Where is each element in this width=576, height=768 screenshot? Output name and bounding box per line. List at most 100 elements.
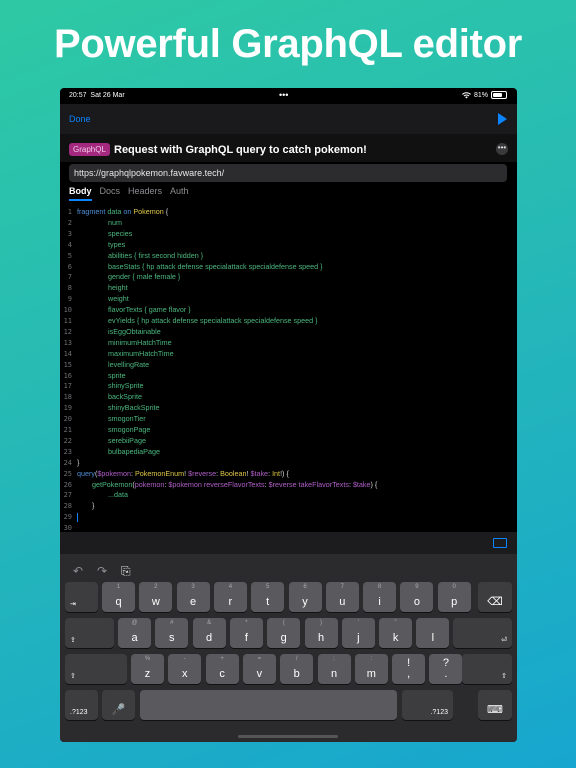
return-key[interactable]: ⏎	[453, 618, 512, 648]
code-line[interactable]: 23 bulbapediaPage	[60, 446, 160, 457]
code-line[interactable]: 16 sprite	[60, 370, 126, 381]
key-h[interactable]: ) h	[304, 618, 338, 648]
key-label: p	[451, 596, 458, 608]
code-text: bulbapediaPage	[77, 447, 160, 456]
code-line[interactable]: 27 ...data	[60, 489, 128, 500]
key-label: a	[131, 632, 138, 644]
key-r[interactable]: 4r	[213, 582, 247, 612]
play-icon[interactable]	[498, 113, 507, 125]
code-line[interactable]: 14 maximumHatchTime	[60, 348, 174, 359]
dismiss-keyboard-key[interactable]: ⌨	[478, 690, 512, 720]
redo-icon[interactable]: ↷	[97, 564, 107, 578]
request-title[interactable]: Request with GraphQL query to catch poke…	[114, 144, 367, 156]
space-bar[interactable]	[140, 690, 397, 720]
key-period[interactable]: ?.	[429, 654, 463, 684]
key-y[interactable]: 6y	[288, 582, 322, 612]
shift-key-right[interactable]: ⇧	[462, 654, 512, 684]
done-button[interactable]: Done	[69, 114, 91, 124]
key-label: y	[302, 596, 308, 608]
code-line[interactable]: 13 minimumHatchTime	[60, 337, 172, 348]
key-p[interactable]: 0p	[437, 582, 471, 612]
code-editor[interactable]: 1 fragment data on Pokemon {2 num 3 species 4…	[60, 204, 517, 532]
key-o[interactable]: 9o	[400, 582, 434, 612]
key-u[interactable]: 7u	[325, 582, 359, 612]
dictation-key[interactable]: 🎤	[102, 690, 135, 720]
shift-lock-key[interactable]: ⇪	[65, 618, 114, 648]
code-line[interactable]: 29	[60, 511, 78, 522]
tab-headers[interactable]: Headers	[128, 186, 162, 201]
key-d[interactable]: & d	[192, 618, 226, 648]
key-x[interactable]: -x	[168, 654, 202, 684]
key-v[interactable]: = v	[242, 654, 276, 684]
key-label: .?123	[430, 709, 448, 716]
key-q[interactable]: 1q	[102, 582, 135, 612]
code-line[interactable]: 8 height	[60, 282, 128, 293]
code-line[interactable]: 24}	[60, 457, 80, 468]
code-line[interactable]: 10 flavorTexts { game flavor }	[60, 304, 191, 315]
code-line[interactable]: 7 gender { male female }	[60, 271, 181, 282]
tab-body[interactable]: Body	[69, 186, 92, 201]
code-line[interactable]: 9 weight	[60, 293, 129, 304]
code-line[interactable]: 1 fragment data on Pokemon {	[60, 206, 168, 217]
key-k[interactable]: " k	[379, 618, 413, 648]
key-j[interactable]: ' j	[341, 618, 375, 648]
code-line[interactable]: 20 smogonTier	[60, 413, 146, 424]
url-field[interactable]: https://graphqlpokemon.favware.tech/	[69, 164, 507, 182]
code-line[interactable]: 6 baseStats { hp attack defense specialat…	[60, 261, 323, 272]
key-t[interactable]: 5t	[251, 582, 285, 612]
code-line[interactable]: 11 evYields { hp attack defense specialat…	[60, 315, 318, 326]
key-f[interactable]: * f	[229, 618, 263, 648]
code-line[interactable]: 18 backSprite	[60, 391, 142, 402]
code-line[interactable]: 5 abilities { first second hidden }	[60, 250, 203, 261]
key-s[interactable]: # s	[155, 618, 189, 648]
key-c[interactable]: + c	[205, 654, 239, 684]
keyboard-icon[interactable]	[493, 538, 507, 548]
key-g[interactable]: (g	[267, 618, 301, 648]
code-token: $reverse	[268, 479, 299, 489]
key-n[interactable]: ; n	[317, 654, 351, 684]
numbers-key-left[interactable]: .?123	[65, 690, 98, 720]
key-hint: 4	[228, 584, 233, 590]
key-a[interactable]: @ a	[118, 618, 151, 648]
key-i[interactable]: 8i	[363, 582, 397, 612]
tab-key[interactable]: ⇥	[65, 582, 98, 612]
code-line[interactable]: 26 getPokemon(pokemon: $pokemon reverseFl…	[60, 479, 378, 490]
paste-icon[interactable]: ⎘	[121, 564, 131, 579]
code-line[interactable]: 3 species	[60, 228, 133, 239]
key-e[interactable]: 3e	[176, 582, 210, 612]
tab-auth[interactable]: Auth	[170, 186, 189, 201]
key-l[interactable]: l	[416, 618, 450, 648]
code-line[interactable]: 12 isEggObtainable	[60, 326, 161, 337]
code-line[interactable]: 25 query($pokemon: PokemonEnum! $reverse:…	[60, 468, 289, 479]
multitasking-dots[interactable]: •••	[279, 90, 288, 100]
code-line[interactable]: 22 serebiiPage	[60, 435, 146, 446]
code-token: $take	[250, 468, 269, 478]
shift-key-left[interactable]: ⇧	[65, 654, 127, 684]
delete-key[interactable]: ⌫	[478, 582, 512, 612]
code-line[interactable]: 15 levellingRate	[60, 359, 150, 370]
code-line[interactable]: 17 shinySprite	[60, 380, 144, 391]
key-label: w	[151, 596, 160, 608]
status-time: 20:57 Sat 26 Mar	[69, 92, 125, 99]
code-token: flavorTexts { game flavor }	[108, 305, 191, 315]
key-comma[interactable]: !,	[392, 654, 426, 684]
key-w[interactable]: 2w	[139, 582, 173, 612]
tab-docs[interactable]: Docs	[100, 186, 121, 201]
code-line[interactable]: 21 smogonPage	[60, 424, 151, 435]
code-token: Pokemon	[133, 207, 164, 216]
code-token: takeFlavorTexts	[298, 479, 349, 489]
on-screen-keyboard: ↶ ↷ ⎘ ⇥ 1 q 2 w 3 e 4 r 5 t 6 y 7 u 8 i 9 o 0 p ⌫ ⇪ @ a # s & d * f(g)…	[60, 554, 517, 742]
more-options-icon[interactable]: •••	[496, 143, 508, 155]
code-line[interactable]: 4 types	[60, 239, 125, 250]
code-line[interactable]: 19 shinyBackSprite	[60, 402, 160, 413]
key-z[interactable]: % z	[131, 654, 164, 684]
key-b[interactable]: / b	[280, 654, 314, 684]
key-m[interactable]: :m	[354, 654, 388, 684]
code-line[interactable]: 2 num	[60, 217, 122, 228]
code-text: num	[77, 218, 122, 227]
headline: Powerful GraphQL editor	[54, 22, 522, 66]
key-label: g	[280, 632, 287, 644]
undo-icon[interactable]: ↶	[73, 564, 83, 578]
numbers-key-right[interactable]: .?123	[402, 690, 453, 720]
code-line[interactable]: 28}	[60, 500, 95, 511]
